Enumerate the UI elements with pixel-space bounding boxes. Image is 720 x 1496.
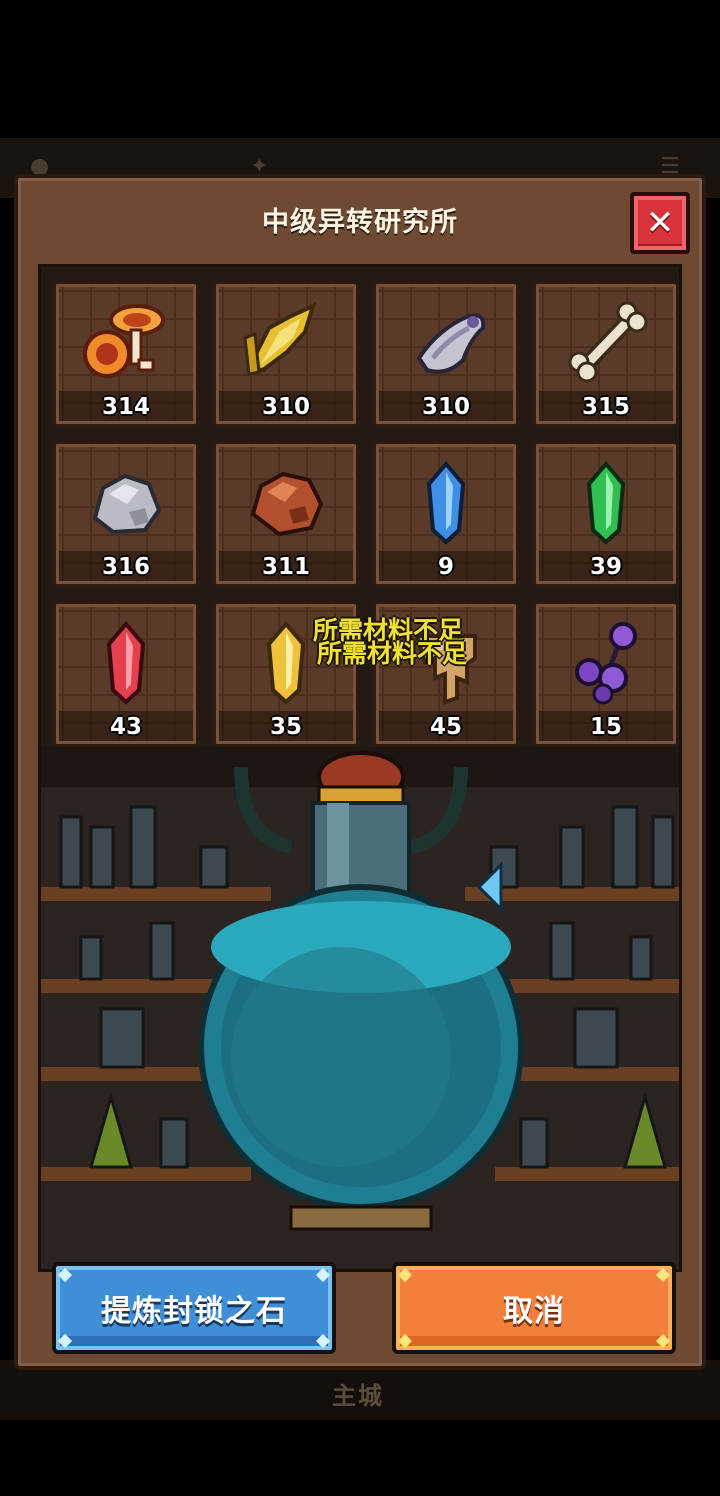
- material-slot[interactable]: 9: [373, 441, 519, 587]
- material-count: 315: [581, 394, 630, 420]
- cancel-button[interactable]: 取消: [392, 1262, 676, 1354]
- corner-gem-icon: [397, 1267, 413, 1283]
- material-slot[interactable]: 35: [213, 601, 359, 747]
- material-slot[interactable]: 45: [373, 601, 519, 747]
- refine-button[interactable]: 提炼封锁之石: [52, 1262, 336, 1354]
- purple-berry-icon: [575, 622, 637, 705]
- research-dialog: 中级异转研究所 ✕ 314 310 310 315 316 311 9 39 4…: [14, 174, 706, 1370]
- close-x-icon: ✕: [645, 203, 675, 243]
- mushroom-icon: [83, 304, 165, 378]
- tan-claw-icon: [414, 634, 477, 705]
- corner-gem-icon: [315, 1333, 331, 1349]
- material-slot[interactable]: 43: [53, 601, 199, 747]
- material-slot[interactable]: 39: [533, 441, 679, 587]
- dialog-title: 中级异转研究所: [262, 207, 458, 238]
- lab-background: [41, 747, 679, 1269]
- material-count: 45: [429, 714, 462, 740]
- materials-grid: 314 310 310 315 316 311 9 39 43 35 45 15: [53, 281, 679, 747]
- corner-gem-icon: [397, 1333, 413, 1349]
- refine-button-label: 提炼封锁之石: [101, 1294, 287, 1329]
- material-count: 43: [109, 714, 142, 740]
- material-count: 311: [261, 554, 310, 580]
- material-count: 9: [437, 554, 454, 580]
- material-count: 39: [589, 554, 622, 580]
- yellow-crystal-icon: [266, 620, 306, 705]
- alchemy-lab-scene: [41, 747, 679, 1269]
- material-slot[interactable]: 314: [53, 281, 199, 427]
- corner-gem-icon: [315, 1267, 331, 1283]
- material-count: 316: [101, 554, 150, 580]
- iron-ore-icon: [92, 473, 162, 535]
- material-count: 310: [261, 394, 310, 420]
- material-slot[interactable]: 311: [213, 441, 359, 587]
- cancel-button-label: 取消: [503, 1294, 565, 1329]
- silver-horn-icon: [416, 313, 486, 374]
- red-crystal-icon: [106, 620, 146, 705]
- corner-gem-icon: [655, 1267, 671, 1283]
- material-slot[interactable]: 310: [213, 281, 359, 427]
- material-count: 310: [421, 394, 470, 420]
- material-count: 15: [589, 714, 622, 740]
- corner-gem-icon: [57, 1333, 73, 1349]
- material-count: 314: [101, 394, 150, 420]
- material-slot[interactable]: 15: [533, 601, 679, 747]
- corner-gem-icon: [57, 1267, 73, 1283]
- nav-main-city-label: 主城: [332, 1382, 384, 1410]
- corner-gem-icon: [655, 1333, 671, 1349]
- material-slot[interactable]: 315: [533, 281, 679, 427]
- material-slot[interactable]: 310: [373, 281, 519, 427]
- research-scene: 314 310 310 315 316 311 9 39 43 35 45 15…: [38, 264, 682, 1272]
- blue-crystal-icon: [426, 460, 466, 545]
- golden-feather-icon: [243, 302, 317, 376]
- copper-ore-icon: [250, 471, 324, 537]
- close-button[interactable]: ✕: [630, 192, 690, 254]
- bone-icon: [568, 301, 648, 383]
- material-count: 35: [269, 714, 302, 740]
- green-crystal-icon: [586, 460, 626, 545]
- material-slot[interactable]: 316: [53, 441, 199, 587]
